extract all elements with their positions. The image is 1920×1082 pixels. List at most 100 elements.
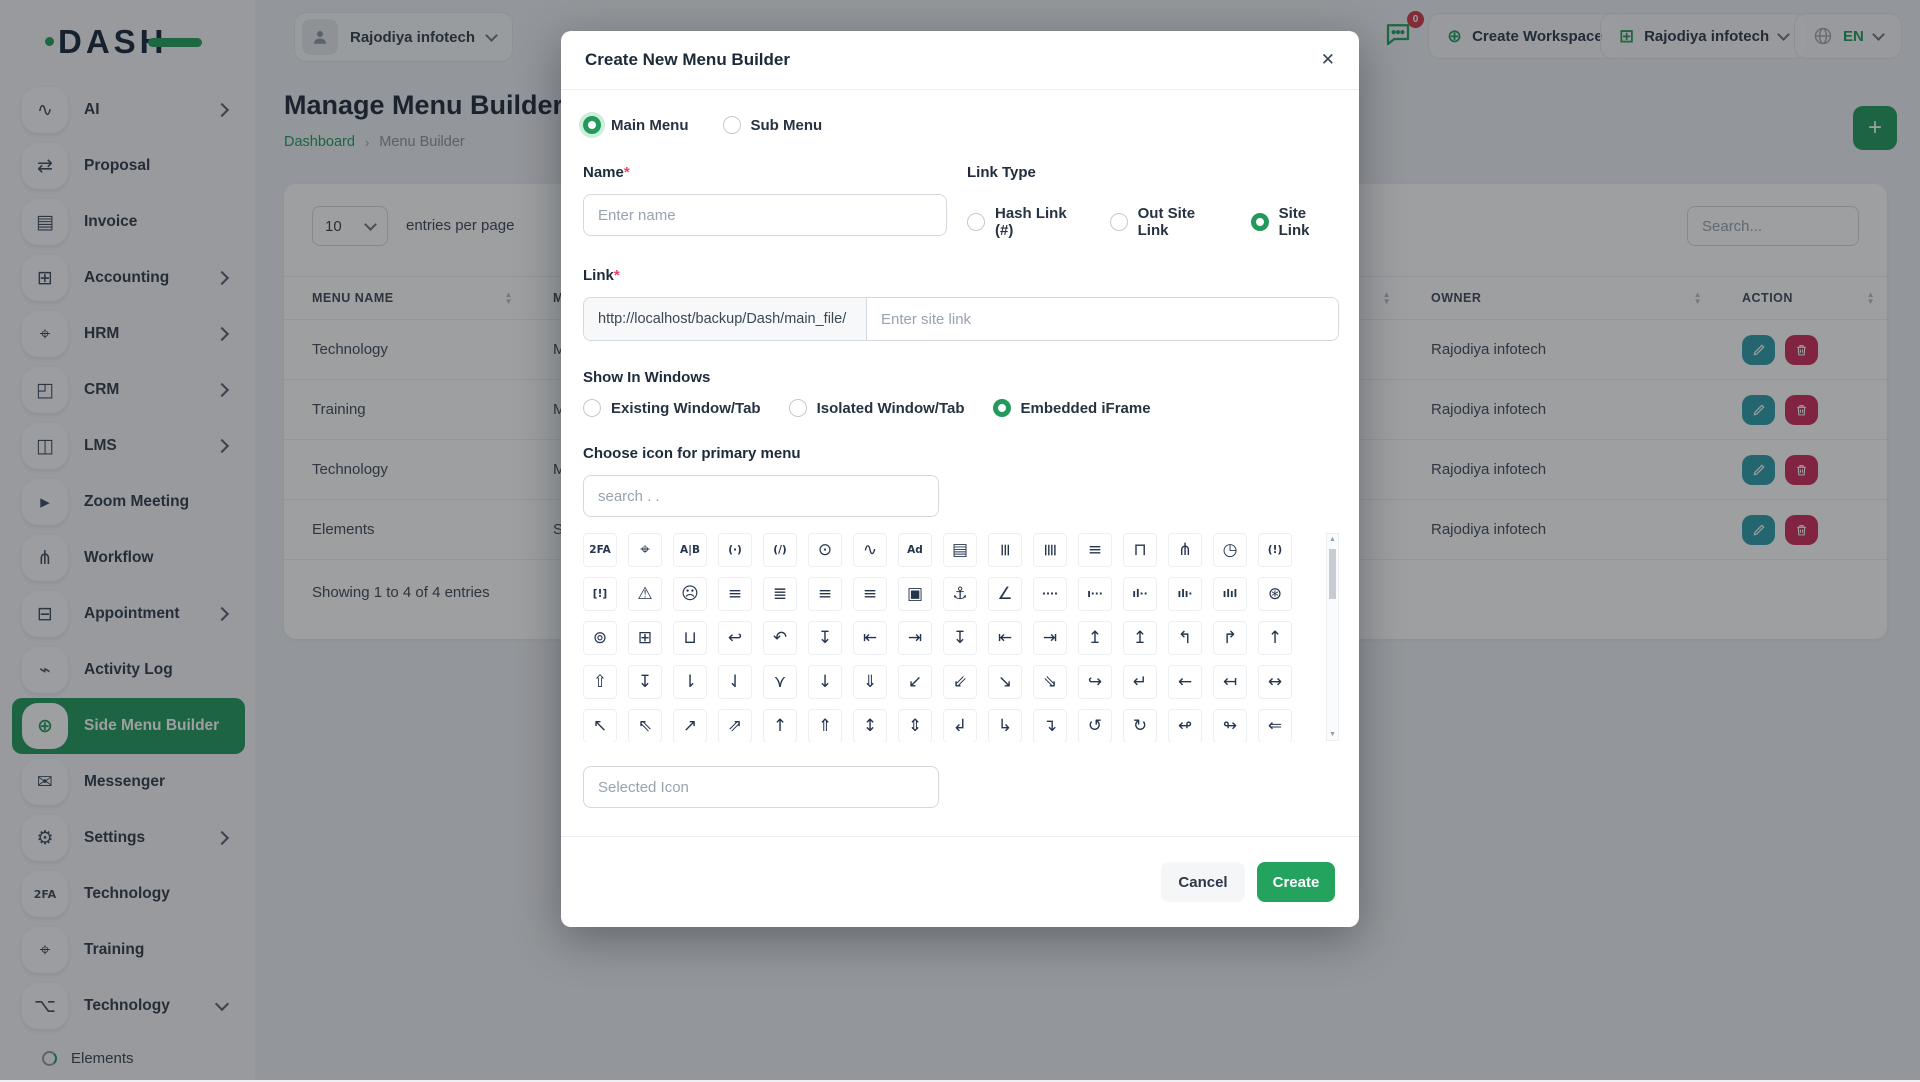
icon-cell[interactable]: ⊛	[1258, 577, 1292, 611]
icon-cell[interactable]: Ad	[898, 533, 932, 567]
icon-cell[interactable]: (/)	[763, 533, 797, 567]
name-input[interactable]	[583, 194, 947, 236]
scrollbar-thumb[interactable]	[1329, 549, 1336, 599]
icon-cell[interactable]: ↥	[1123, 621, 1157, 655]
icon-cell[interactable]: ⊔	[673, 621, 707, 655]
icon-cell[interactable]: ⇃	[718, 665, 752, 699]
icon-cell[interactable]: ⇖	[628, 709, 662, 742]
cancel-button[interactable]: Cancel	[1161, 862, 1245, 902]
icon-cell[interactable]: ∿	[853, 533, 887, 567]
icon-cell[interactable]: ←	[1168, 665, 1202, 699]
icon-cell[interactable]: ≡	[718, 577, 752, 611]
icon-cell[interactable]: ⇘	[1033, 665, 1067, 699]
icon-cell[interactable]: ≣	[763, 577, 797, 611]
icon-cell[interactable]: ↵	[1123, 665, 1157, 699]
link-type-radio[interactable]: Hash Link (#)	[967, 205, 1084, 239]
icon-cell[interactable]: ◷	[1213, 533, 1247, 567]
icon-cell[interactable]: ↙	[898, 665, 932, 699]
icon-cell[interactable]: ⇧	[583, 665, 617, 699]
site-link-input[interactable]	[867, 298, 1338, 340]
icon-cell[interactable]: ⋔	[1168, 533, 1202, 567]
icon-cell[interactable]: ↗	[673, 709, 707, 742]
scroll-down-icon[interactable]: ▼	[1329, 731, 1336, 738]
icon-cell[interactable]: ↳	[988, 709, 1022, 742]
icon-search-input[interactable]	[583, 475, 939, 517]
icon-cell[interactable]: ⊚	[583, 621, 617, 655]
icon-cell[interactable]: ↤	[1213, 665, 1247, 699]
create-button[interactable]: Create	[1257, 862, 1335, 902]
icon-cell[interactable]: [!]	[583, 577, 617, 611]
icon-cell[interactable]: ▤	[943, 533, 977, 567]
close-icon[interactable]: ✕	[1321, 51, 1335, 69]
icon-cell[interactable]: ⇙	[943, 665, 977, 699]
icon-cell[interactable]: ⇓	[853, 665, 887, 699]
icon-cell[interactable]: ↩	[718, 621, 752, 655]
window-radio[interactable]: Embedded iFrame	[992, 399, 1151, 417]
link-type-radio-group: Hash Link (#) Out Site Link Site Link	[967, 205, 1337, 239]
icon-cell[interactable]: ı···	[1078, 577, 1112, 611]
menu-level-radio[interactable]: Sub Menu	[722, 116, 822, 134]
window-radio[interactable]: Isolated Window/Tab	[788, 399, 965, 417]
link-type-radio[interactable]: Site Link	[1250, 205, 1337, 239]
icon-cell[interactable]: ↴	[1033, 709, 1067, 742]
icon-cell[interactable]: ⇤	[988, 621, 1022, 655]
icon-cell[interactable]: ⇗	[718, 709, 752, 742]
icon-cell[interactable]: ↪	[1078, 665, 1112, 699]
link-type-radio[interactable]: Out Site Link	[1109, 205, 1225, 239]
window-radio[interactable]: Existing Window/Tab	[583, 399, 761, 417]
icon-cell[interactable]: ⊞	[628, 621, 662, 655]
icon-cell[interactable]: ☹	[673, 577, 707, 611]
icon-cell[interactable]: ▣	[898, 577, 932, 611]
selected-icon-input[interactable]	[583, 766, 939, 808]
icon-cell[interactable]: ≡	[808, 577, 842, 611]
icon-cell[interactable]: ↶	[763, 621, 797, 655]
icon-cell[interactable]: ılı·	[1168, 577, 1202, 611]
icon-cell[interactable]: ≡	[1078, 533, 1112, 567]
icon-cell[interactable]: ⇂	[673, 665, 707, 699]
icon-cell[interactable]: ↘	[988, 665, 1022, 699]
icon-cell[interactable]: ılıl	[1213, 577, 1247, 611]
icon-cell[interactable]: ↧	[808, 621, 842, 655]
icon-cell[interactable]: ↲	[943, 709, 977, 742]
icon-cell[interactable]: ⊙	[808, 533, 842, 567]
icon-cell[interactable]: ↑	[763, 709, 797, 742]
icon-cell[interactable]: ⚓	[943, 577, 977, 611]
icon-cell[interactable]: (·)	[718, 533, 752, 567]
icon-cell[interactable]: ≡	[988, 533, 1022, 567]
icon-cell[interactable]: ↕	[853, 709, 887, 742]
icon-cell[interactable]: ⊓	[1123, 533, 1157, 567]
icon-cell[interactable]: ↔	[1258, 665, 1292, 699]
icon-cell[interactable]: ↰	[1168, 621, 1202, 655]
icon-cell[interactable]: ↧	[628, 665, 662, 699]
icon-cell[interactable]: ↧	[943, 621, 977, 655]
icon-cell[interactable]: 2FA	[583, 533, 617, 567]
menu-level-radio[interactable]: Main Menu	[583, 116, 689, 134]
icon-cell[interactable]: ıl··	[1123, 577, 1157, 611]
icon-cell[interactable]: ≣	[1033, 533, 1067, 567]
icon-cell[interactable]: ⇐	[1258, 709, 1292, 742]
icon-cell[interactable]: ⇕	[898, 709, 932, 742]
icon-cell[interactable]: ····	[1033, 577, 1067, 611]
icon-cell[interactable]: ⇥	[1033, 621, 1067, 655]
icon-cell[interactable]: ≡	[853, 577, 887, 611]
icon-cell[interactable]: ↱	[1213, 621, 1247, 655]
icon-cell[interactable]: (!)	[1258, 533, 1292, 567]
icon-cell[interactable]: ↑	[1258, 621, 1292, 655]
icon-cell[interactable]: ⇥	[898, 621, 932, 655]
icon-grid-scrollbar[interactable]: ▲ ▼	[1326, 533, 1339, 741]
icon-cell[interactable]: ↬	[1213, 709, 1247, 742]
icon-cell[interactable]: ↺	[1078, 709, 1112, 742]
icon-cell[interactable]: ⇑	[808, 709, 842, 742]
icon-cell[interactable]: ⋎	[763, 665, 797, 699]
icon-cell[interactable]: ↖	[583, 709, 617, 742]
icon-cell[interactable]: ⌖	[628, 533, 662, 567]
icon-cell[interactable]: ↻	[1123, 709, 1157, 742]
icon-cell[interactable]: ⇤	[853, 621, 887, 655]
icon-cell[interactable]: ↫	[1168, 709, 1202, 742]
scroll-up-icon[interactable]: ▲	[1329, 536, 1336, 543]
icon-cell[interactable]: ↓	[808, 665, 842, 699]
icon-cell[interactable]: ⚠	[628, 577, 662, 611]
icon-cell[interactable]: A|B	[673, 533, 707, 567]
icon-cell[interactable]: ↥	[1078, 621, 1112, 655]
icon-cell[interactable]: ∠	[988, 577, 1022, 611]
